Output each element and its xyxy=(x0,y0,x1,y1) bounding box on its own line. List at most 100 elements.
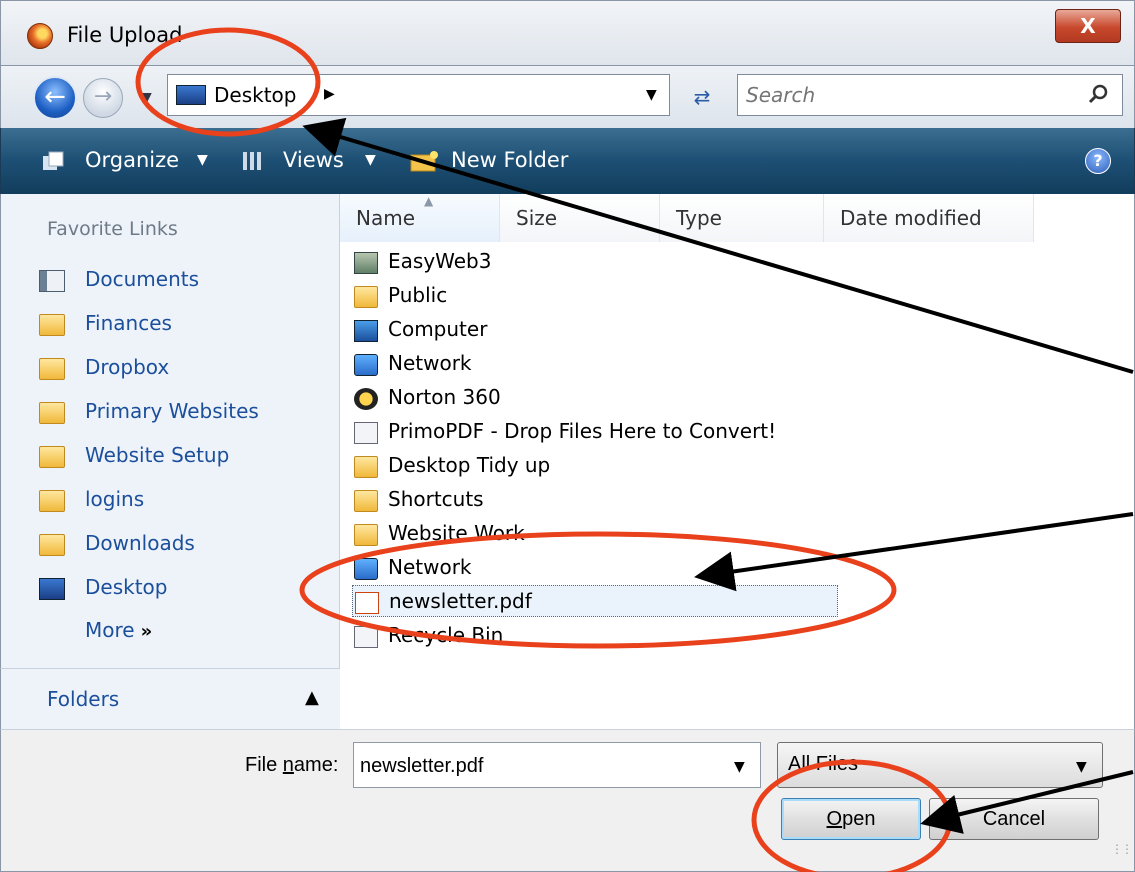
file-name-input[interactable] xyxy=(360,753,720,779)
column-header-name[interactable]: ▲ Name xyxy=(340,194,500,242)
file-item-website-work[interactable]: Website Work xyxy=(352,518,872,550)
file-type-select[interactable]: All Files ▼ xyxy=(777,742,1103,788)
open-button[interactable]: Open xyxy=(781,798,921,840)
nav-item-label: Website Setup xyxy=(85,443,230,467)
shortcut-icon xyxy=(354,422,378,444)
recycle-bin-icon xyxy=(354,626,378,648)
pdf-icon xyxy=(355,592,379,614)
file-label: PrimoPDF - Drop Files Here to Convert! xyxy=(388,419,777,443)
column-header-type[interactable]: Type xyxy=(660,194,824,242)
file-item-network-shortcut[interactable]: Network xyxy=(352,552,872,584)
file-upload-dialog: File Upload X ← → ▼ Desktop ▶ ▼ ⇄ Organi… xyxy=(0,0,1135,872)
dropbox-icon xyxy=(39,358,65,380)
file-item-network[interactable]: Network xyxy=(352,348,872,380)
file-name-label-mnemonic: n xyxy=(282,754,294,776)
open-mnemonic: O xyxy=(826,808,843,830)
file-name-label-start: File xyxy=(245,754,283,776)
search-input[interactable] xyxy=(746,81,1066,109)
column-header-date-modified[interactable]: Date modified xyxy=(824,194,1034,242)
help-icon[interactable]: ? xyxy=(1085,148,1111,174)
organize-dropdown-icon[interactable]: ▼ xyxy=(197,152,208,168)
nav-item-label: Downloads xyxy=(85,531,195,555)
nav-item-label: Desktop xyxy=(85,575,168,599)
desktop-icon xyxy=(176,85,206,105)
new-folder-button[interactable]: New Folder xyxy=(451,148,568,172)
folders-toggle[interactable]: Folders ▲ xyxy=(0,668,340,730)
folder-icon xyxy=(354,490,378,512)
file-item-newsletter-pdf[interactable]: newsletter.pdf xyxy=(352,585,838,617)
organize-menu[interactable]: Organize xyxy=(85,148,179,172)
search-icon[interactable] xyxy=(1088,83,1110,105)
nav-item-website-setup[interactable]: Website Setup xyxy=(39,440,329,474)
refresh-button[interactable]: ⇄ xyxy=(679,84,725,112)
back-button[interactable]: ← xyxy=(33,76,77,120)
firefox-icon xyxy=(27,23,53,49)
address-dropdown-icon[interactable]: ▼ xyxy=(646,87,657,103)
nav-item-logins[interactable]: logins xyxy=(39,484,329,518)
views-menu[interactable]: Views xyxy=(283,148,344,172)
file-type-value: All Files xyxy=(788,753,859,775)
documents-icon xyxy=(39,270,65,292)
close-button[interactable]: X xyxy=(1055,9,1121,43)
nav-item-label: Finances xyxy=(85,311,172,335)
resize-grip-icon[interactable]: ⋮⋮ xyxy=(1111,842,1133,856)
nav-item-label: Dropbox xyxy=(85,355,170,379)
forward-button[interactable]: → xyxy=(83,78,123,118)
views-icon xyxy=(243,152,261,170)
address-location[interactable]: Desktop xyxy=(214,83,296,107)
file-item-recycle-bin[interactable]: Recycle Bin xyxy=(352,620,872,652)
file-name-label: File name: xyxy=(245,754,338,777)
file-item-primopdf[interactable]: PrimoPDF - Drop Files Here to Convert! xyxy=(352,416,872,448)
file-name-combobox[interactable]: ▼ xyxy=(353,742,761,788)
nav-item-label: logins xyxy=(85,487,145,511)
nav-item-desktop[interactable]: Desktop xyxy=(39,572,329,606)
command-bar: Organize ▼ Views ▼ New Folder ? xyxy=(0,128,1135,194)
file-label: Desktop Tidy up xyxy=(388,453,551,477)
file-label: Network xyxy=(388,351,472,375)
folder-icon xyxy=(354,286,378,308)
folder-icon xyxy=(39,402,65,424)
nav-item-label: Primary Websites xyxy=(85,399,259,423)
file-label: Public xyxy=(388,283,448,307)
chevron-up-icon[interactable]: ▲ xyxy=(305,687,319,708)
nav-item-finances[interactable]: Finances xyxy=(39,308,329,342)
history-dropdown-icon[interactable]: ▼ xyxy=(141,90,152,106)
file-item-shortcuts[interactable]: Shortcuts xyxy=(352,484,872,516)
file-item-desktop-tidy-up[interactable]: Desktop Tidy up xyxy=(352,450,872,482)
address-row: ← → ▼ Desktop ▶ ▼ ⇄ xyxy=(0,66,1135,128)
column-label: Name xyxy=(356,206,416,230)
file-label: Norton 360 xyxy=(388,385,501,409)
organize-icon xyxy=(43,151,64,170)
file-label: Network xyxy=(388,555,472,579)
address-bar[interactable]: Desktop ▶ ▼ xyxy=(167,74,670,116)
network-shortcut-icon xyxy=(354,558,378,580)
file-name-dropdown-icon[interactable]: ▼ xyxy=(734,759,745,775)
cancel-button[interactable]: Cancel xyxy=(929,798,1099,840)
views-dropdown-icon[interactable]: ▼ xyxy=(365,152,376,168)
window-title: File Upload xyxy=(67,23,183,47)
nav-item-documents[interactable]: Documents xyxy=(39,264,329,298)
search-box[interactable] xyxy=(737,74,1123,116)
file-name-label-end: ame: xyxy=(293,754,339,776)
file-item-easyweb3[interactable]: EasyWeb3 xyxy=(352,246,872,278)
file-label: EasyWeb3 xyxy=(388,249,492,273)
file-item-public[interactable]: Public xyxy=(352,280,872,312)
file-type-dropdown-icon: ▼ xyxy=(1076,759,1087,775)
folder-icon xyxy=(354,524,378,546)
file-item-norton-360[interactable]: Norton 360 xyxy=(352,382,872,414)
folder-icon xyxy=(39,490,65,512)
breadcrumb-chevron-icon[interactable]: ▶ xyxy=(324,86,335,102)
folders-label: Folders xyxy=(47,687,120,711)
file-label: newsletter.pdf xyxy=(389,589,532,613)
sort-ascending-icon: ▲ xyxy=(424,194,434,208)
more-links[interactable]: More» xyxy=(85,618,152,642)
nav-item-label: Documents xyxy=(85,267,200,291)
nav-item-primary-websites[interactable]: Primary Websites xyxy=(39,396,329,430)
easyweb-icon xyxy=(354,252,378,274)
nav-item-dropbox[interactable]: Dropbox xyxy=(39,352,329,386)
nav-item-downloads[interactable]: Downloads xyxy=(39,528,329,562)
column-label: Size xyxy=(516,206,558,230)
file-label: Computer xyxy=(388,317,488,341)
column-header-size[interactable]: Size xyxy=(500,194,660,242)
file-item-computer[interactable]: Computer xyxy=(352,314,872,346)
